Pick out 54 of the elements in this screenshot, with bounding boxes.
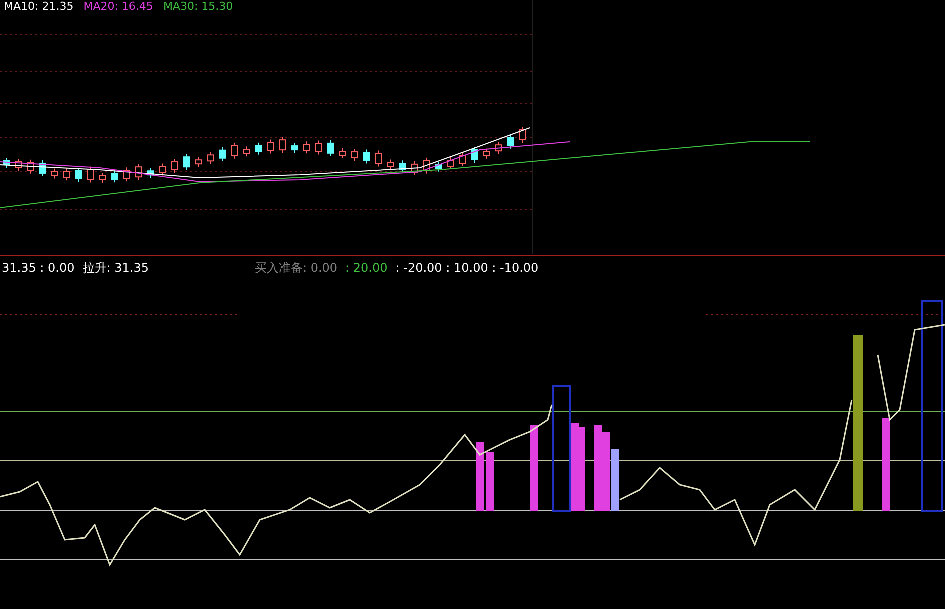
indicator-bar [476, 442, 484, 511]
legend-label: MA20: 16.45 [84, 0, 154, 13]
candlestick [316, 140, 322, 156]
candlestick [412, 160, 418, 176]
candlestick [292, 142, 298, 154]
candlestick [208, 152, 214, 165]
candlestick [172, 158, 178, 174]
candlestick [304, 141, 310, 154]
candlestick [484, 148, 490, 160]
legend-label: MA30: 15.30 [163, 0, 234, 13]
candlestick [280, 136, 286, 154]
candlestick [232, 142, 238, 160]
candlestick [196, 156, 202, 168]
legend-label: : -20.00 : 10.00 : -10.00 [396, 261, 539, 275]
candlestick [448, 156, 454, 170]
candlestick [244, 146, 250, 158]
legend-label: : 20.00 [346, 261, 388, 275]
candlestick [64, 168, 70, 182]
candlestick [400, 160, 406, 174]
candlestick [496, 142, 502, 155]
candlestick [76, 167, 82, 182]
candlestick [220, 146, 226, 162]
candlestick [268, 139, 274, 154]
candlestick [28, 159, 34, 174]
legend-label: 买入准备: 0.00 [254, 260, 338, 276]
candlestick [160, 163, 166, 176]
candlestick [136, 164, 142, 181]
candlestick [520, 126, 526, 144]
candlestick [256, 142, 262, 156]
candlestick [472, 146, 478, 164]
candlestick [352, 148, 358, 162]
candlestick [388, 159, 394, 170]
candlestick [340, 148, 346, 160]
legend-label: 31.35 : 0.00 [2, 261, 75, 275]
candlestick [184, 154, 190, 171]
candlestick [376, 150, 382, 168]
candlestick [16, 158, 22, 172]
legend-label: 拉升: 31.35 [82, 260, 149, 276]
candlestick [460, 152, 466, 168]
candlestick [364, 149, 370, 164]
candlestick [424, 157, 430, 174]
legend-label: MA10: 21.35 [4, 0, 74, 13]
candlestick [112, 170, 118, 184]
candlestick [4, 158, 10, 168]
indicator-bar [486, 452, 494, 511]
candlestick [436, 161, 442, 172]
candlestick [124, 167, 130, 182]
candlestick [148, 168, 154, 179]
candlestick [52, 168, 58, 180]
candlestick [40, 160, 46, 177]
candlestick [508, 134, 514, 150]
candlestick [88, 166, 94, 184]
candlestick [328, 140, 334, 157]
candlestick [100, 172, 106, 184]
